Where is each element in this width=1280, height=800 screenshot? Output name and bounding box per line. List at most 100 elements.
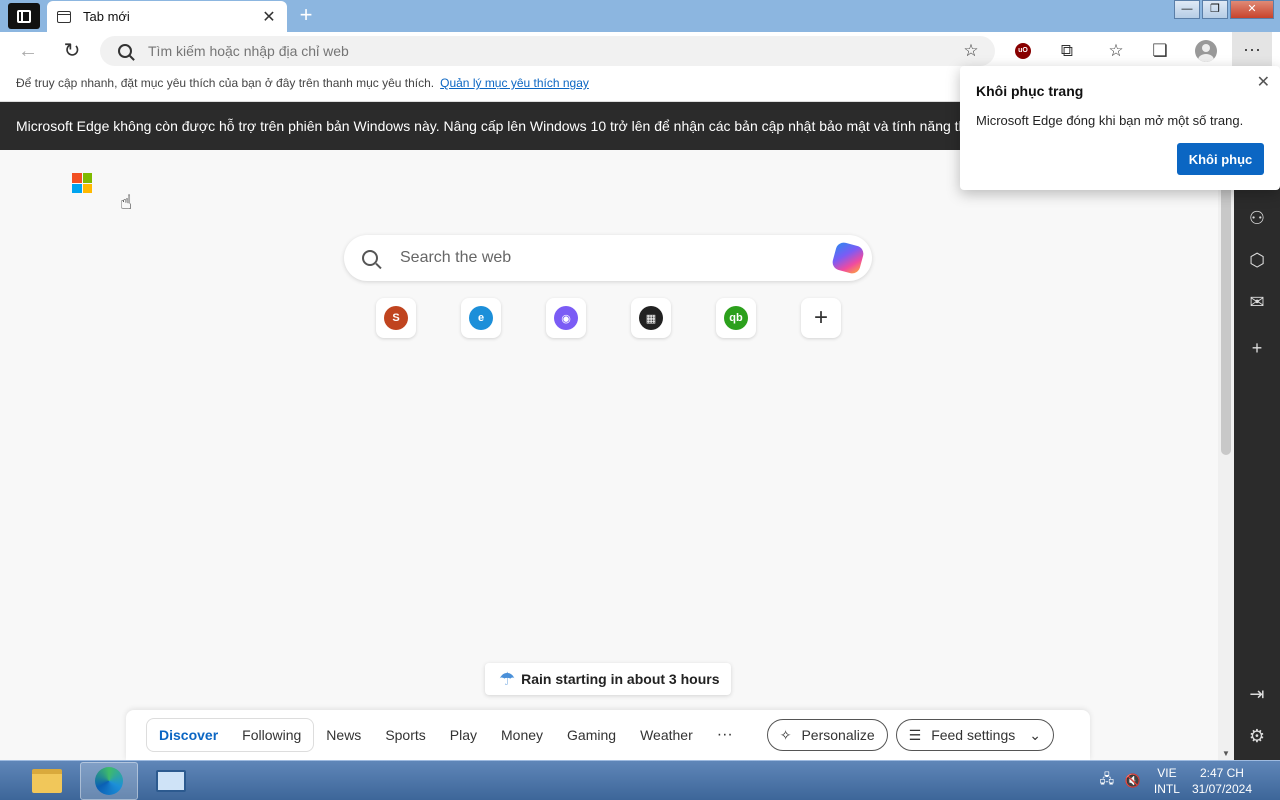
- back-icon[interactable]: ←: [16, 39, 40, 63]
- infobar-text: Microsoft Edge không còn được hỗ trợ trê…: [16, 118, 1042, 134]
- add-sidebar-app-icon[interactable]: +: [1245, 336, 1269, 360]
- tab-new-tab[interactable]: Tab mới ✕: [47, 1, 287, 32]
- toolbar: ← ↻ ☆ uO ⧉ ☆ ❏: [0, 32, 1280, 70]
- games-icon[interactable]: ⬡: [1245, 248, 1269, 272]
- quick-link-quickbooks-site[interactable]: qb: [716, 298, 756, 338]
- hand-cursor-icon: ☝: [120, 192, 133, 214]
- edge-site-icon: e: [469, 306, 493, 330]
- new-tab-page: ☝ Search the web Se ◉ ▦ qb + ☂ Rain starting…: [0, 150, 1234, 760]
- favorites-icon[interactable]: ☆: [1104, 40, 1128, 62]
- feed-item-weather[interactable]: Weather: [640, 727, 693, 743]
- extensions-icon[interactable]: ⧉: [1055, 40, 1079, 62]
- quick-link-s-site[interactable]: S: [376, 298, 416, 338]
- close-tab-icon[interactable]: ✕: [261, 7, 277, 27]
- folder-icon: [32, 769, 62, 793]
- copilot-site-icon: ◉: [554, 306, 578, 330]
- chevron-down-icon: ⌄: [1029, 726, 1041, 743]
- minimize-button[interactable]: —: [1174, 0, 1200, 19]
- new-tab-button[interactable]: +: [294, 4, 318, 28]
- tab-discover[interactable]: Discover: [147, 727, 230, 743]
- clock-date: 31/07/2024: [1191, 782, 1252, 796]
- ublock-extension-icon[interactable]: uO: [1011, 40, 1035, 62]
- quick-link-edge-site[interactable]: e: [461, 298, 501, 338]
- personalize-label: Personalize: [801, 727, 875, 743]
- input-language[interactable]: VIE INTL: [1154, 765, 1180, 797]
- clock[interactable]: 2:47 CH 31/07/2024: [1192, 765, 1252, 797]
- personalize-icon: ✧: [779, 726, 792, 743]
- address-input[interactable]: [148, 43, 959, 59]
- s-site-icon: S: [384, 306, 408, 330]
- search-icon: [362, 250, 378, 266]
- collections-icon[interactable]: ❏: [1148, 40, 1172, 62]
- store-site-icon: ▦: [639, 306, 663, 330]
- popup-message: Microsoft Edge đóng khi bạn mở một số tr…: [976, 113, 1244, 128]
- web-search-box[interactable]: Search the web: [344, 235, 872, 281]
- tab-actions-button[interactable]: [8, 3, 40, 29]
- taskbar: 🖧 🔇 VIE INTL 2:47 CH 31/07/2024: [0, 760, 1280, 800]
- refresh-icon[interactable]: ↻: [60, 39, 84, 63]
- feed-nav-bar: Discover Following News Sports Play Mone…: [126, 710, 1090, 760]
- scroll-down-icon[interactable]: ▼: [1218, 749, 1234, 758]
- quick-link-store-site[interactable]: ▦: [631, 298, 671, 338]
- close-icon[interactable]: ✕: [1257, 72, 1270, 92]
- gear-icon[interactable]: ⚙: [1245, 724, 1269, 748]
- more-options-icon[interactable]: ···: [1232, 32, 1272, 70]
- remote-desktop-icon: [156, 770, 186, 792]
- popup-title: Khôi phục trang: [976, 83, 1084, 99]
- volume-muted-icon[interactable]: 🔇: [1124, 773, 1142, 789]
- keyboard-layout: INTL: [1153, 782, 1180, 796]
- quick-link-copilot-site[interactable]: ◉: [546, 298, 586, 338]
- feed-settings-label: Feed settings: [931, 727, 1016, 743]
- copilot-icon[interactable]: [830, 240, 866, 276]
- feed-tab-group: Discover Following: [146, 718, 315, 752]
- page-icon: [57, 10, 71, 23]
- network-icon[interactable]: 🖧: [1098, 770, 1116, 792]
- restore-button[interactable]: ❐: [1202, 0, 1228, 19]
- window-controls: — ❐ ✕: [1172, 0, 1274, 19]
- search-icon: [118, 44, 132, 58]
- profile-avatar[interactable]: [1194, 40, 1218, 62]
- umbrella-icon: ☂: [499, 668, 516, 689]
- file-explorer-button[interactable]: [18, 762, 76, 800]
- edge-icon: [95, 767, 123, 795]
- personalize-button[interactable]: ✧ Personalize: [766, 719, 888, 751]
- favorites-bar-text: Để truy cập nhanh, đặt mục yêu thích của…: [16, 76, 435, 90]
- language-code: VIE: [1157, 766, 1177, 780]
- feed-more-icon[interactable]: ···: [717, 726, 733, 744]
- weather-text: Rain starting in about 3 hours: [521, 671, 720, 687]
- title-bar: Tab mới ✕ + — ❐ ✕: [0, 0, 1280, 32]
- quickbooks-site-icon: qb: [724, 306, 748, 330]
- edge-taskbar-button[interactable]: [80, 762, 138, 800]
- add-shortcut-button[interactable]: +: [801, 298, 841, 338]
- feed-item-play[interactable]: Play: [450, 727, 477, 743]
- edge-sidebar: ⚇ ⬡ ✉ + ⇥ ⚙: [1234, 150, 1280, 760]
- manage-favorites-link[interactable]: Quản lý mục yêu thích ngay: [440, 76, 589, 90]
- microsoft-logo[interactable]: [72, 173, 92, 193]
- hide-sidebar-icon[interactable]: ⇥: [1245, 682, 1269, 706]
- plus-icon: +: [813, 304, 828, 331]
- weather-notice[interactable]: ☂ Rain starting in about 3 hours: [485, 663, 731, 695]
- window-close-button[interactable]: ✕: [1230, 0, 1274, 19]
- tab-following[interactable]: Following: [230, 727, 313, 743]
- tab-title: Tab mới: [83, 9, 130, 24]
- feed-item-sports[interactable]: Sports: [385, 727, 425, 743]
- tab-actions-icon: [17, 9, 31, 23]
- outlook-icon[interactable]: ✉: [1245, 290, 1269, 314]
- feed-item-gaming[interactable]: Gaming: [567, 727, 616, 743]
- settings-sliders-icon: ☰: [908, 726, 922, 743]
- people-icon[interactable]: ⚇: [1245, 206, 1269, 230]
- system-tray: 🖧 🔇 VIE INTL 2:47 CH 31/07/2024: [1098, 761, 1280, 800]
- feed-item-news[interactable]: News: [326, 727, 361, 743]
- clock-time: 2:47 CH: [1199, 766, 1244, 780]
- scrollbar-thumb[interactable]: [1221, 180, 1231, 455]
- feed-item-money[interactable]: Money: [501, 727, 543, 743]
- search-placeholder: Search the web: [400, 249, 512, 266]
- restore-pages-popup: Khôi phục trang Microsoft Edge đóng khi …: [960, 66, 1280, 190]
- restore-button[interactable]: Khôi phục: [1177, 143, 1264, 175]
- add-favorite-icon[interactable]: ☆: [959, 41, 983, 61]
- address-bar[interactable]: ☆: [100, 36, 995, 66]
- page-scrollbar[interactable]: ▼: [1218, 150, 1234, 760]
- quick-links: Se ◉ ▦ qb +: [376, 298, 886, 338]
- feed-settings-button[interactable]: ☰ Feed settings ⌄: [895, 719, 1054, 751]
- remote-desktop-button[interactable]: [142, 762, 200, 800]
